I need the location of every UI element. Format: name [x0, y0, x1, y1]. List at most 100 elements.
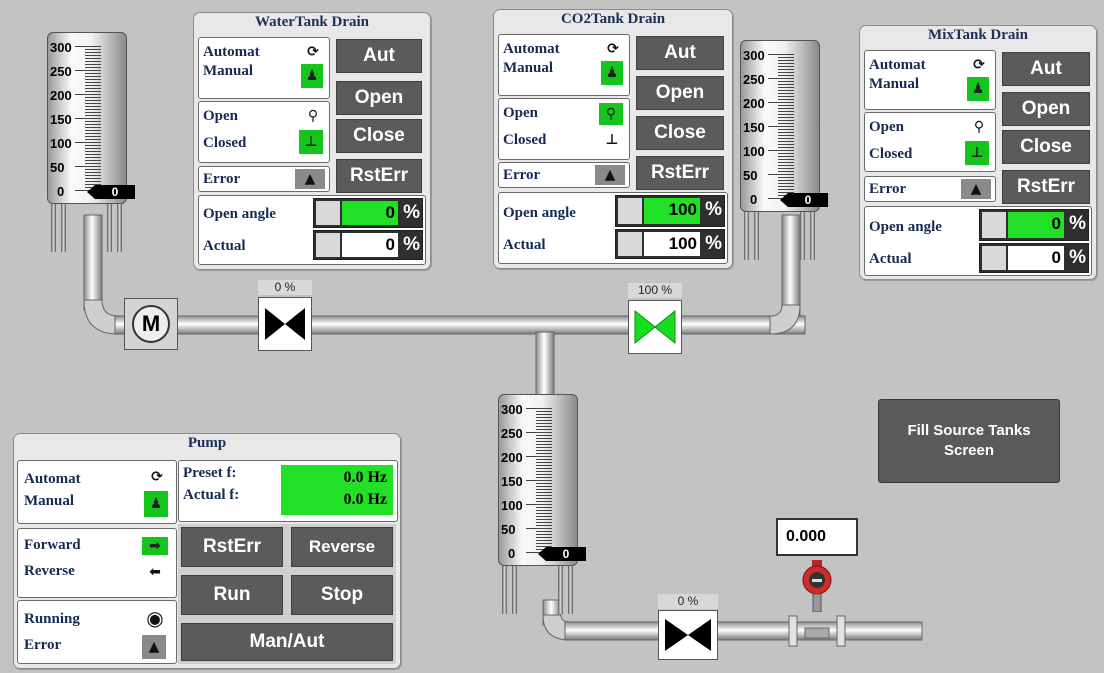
percent-unit: %: [1069, 213, 1086, 234]
scale-tick: [536, 438, 552, 439]
scale-tick: [85, 145, 101, 146]
scale-tick: [536, 429, 552, 430]
scale-tick: [536, 468, 552, 469]
frequency-box: Preset f: Actual f: 0.0 Hz 0.0 Hz: [178, 460, 398, 522]
scale-tick: [85, 76, 101, 77]
pump-man-aut-button[interactable]: Man/Aut: [181, 623, 393, 661]
rsterr-button[interactable]: RstErr: [336, 159, 422, 193]
scale-tick: [768, 54, 794, 55]
scale-tick: [536, 534, 552, 535]
closed-label: Closed: [503, 132, 547, 148]
scale-tick: [778, 90, 794, 91]
scale-tick: [778, 81, 794, 82]
scale-tick: [778, 120, 794, 121]
scale-tick: [85, 157, 101, 158]
scale-label: 0: [508, 546, 516, 561]
pump-reverse-button[interactable]: Reverse: [291, 527, 393, 567]
scale-tick: [536, 501, 552, 502]
auto-refresh-icon: ⟳: [607, 41, 619, 57]
scale-label: 300: [743, 48, 765, 63]
running-label: Running: [24, 611, 80, 627]
scale-tick: [778, 99, 794, 100]
scale-tick: [778, 123, 794, 124]
rsterr-button[interactable]: RstErr: [1002, 170, 1090, 204]
valve-open-icon: ⚲: [973, 119, 985, 135]
scale-tick: [778, 63, 794, 64]
scale-label: 50: [743, 168, 758, 183]
scale-tick: [778, 105, 794, 106]
open-angle-value[interactable]: 0 %: [979, 209, 1089, 241]
valve-closed-icon: ⊥: [299, 130, 323, 154]
status-box: Running Error ◉ ▲: [17, 600, 177, 664]
flow-meter-display: 0.000: [776, 518, 858, 556]
scale-tick: [85, 100, 101, 101]
fill-source-tanks-button[interactable]: Fill Source Tanks Screen: [878, 399, 1060, 483]
motor[interactable]: M: [124, 298, 178, 350]
scale-tick: [526, 504, 552, 505]
scale-tick: [536, 519, 552, 520]
scale-tick: [85, 124, 101, 125]
open-angle-label: Open angle: [869, 219, 942, 235]
co2-tank-drain-panel: CO2Tank Drain Automat Manual ⟳ ♟ Open Cl…: [493, 9, 733, 269]
direction-box: Forward Reverse ➡ ⬅: [17, 528, 177, 598]
actual-number: 0: [342, 233, 398, 257]
close-button[interactable]: Close: [1002, 130, 1090, 164]
pump-rsterr-button[interactable]: RstErr: [181, 527, 283, 567]
valve-closed-icon: ⊥: [605, 132, 619, 148]
scale-tick: [536, 423, 552, 424]
open-angle-label: Open angle: [503, 205, 576, 221]
open-button[interactable]: Open: [636, 76, 724, 110]
reverse-label: Reverse: [24, 563, 75, 579]
actual-frequency-label: Actual f:: [183, 487, 240, 503]
percent-unit: %: [705, 233, 722, 254]
scale-label: 100: [501, 498, 523, 513]
scale-tick: [526, 432, 552, 433]
automat-label: Automat: [203, 44, 260, 60]
open-button[interactable]: Open: [336, 81, 422, 115]
scale-tick: [536, 486, 552, 487]
aut-button[interactable]: Aut: [1002, 52, 1090, 86]
hmi-screen: 300 250 200 150 100 50 0 0 300 250 200 1…: [0, 0, 1104, 673]
aut-button[interactable]: Aut: [636, 36, 724, 70]
actual-value: 100 %: [615, 229, 725, 259]
frequency-value-display[interactable]: 0.0 Hz 0.0 Hz: [281, 465, 393, 515]
valve-icon: [265, 308, 305, 340]
water-valve[interactable]: [258, 297, 312, 351]
scale-tick: [536, 498, 552, 499]
open-button[interactable]: Open: [1002, 92, 1090, 126]
scale-tick: [85, 121, 101, 122]
scale-label: 150: [743, 120, 765, 135]
pump-stop-button[interactable]: Stop: [291, 575, 393, 615]
co2-valve[interactable]: [628, 300, 682, 354]
scale-tick: [536, 414, 552, 415]
aut-button[interactable]: Aut: [336, 39, 422, 73]
forward-label: Forward: [24, 537, 81, 553]
manual-person-icon: ♟: [144, 491, 168, 517]
outlet-valve[interactable]: [658, 610, 718, 660]
close-button[interactable]: Close: [336, 119, 422, 153]
pump-run-button[interactable]: Run: [181, 575, 283, 615]
scale-tick: [85, 106, 101, 107]
scale-tick: [536, 444, 552, 445]
open-angle-value[interactable]: 100 %: [615, 195, 725, 227]
scale-tick: [85, 163, 101, 164]
actuator-icon: [316, 233, 340, 257]
scale-tick: [85, 175, 101, 176]
scale-label: 50: [501, 522, 516, 537]
scale-tick: [536, 495, 552, 496]
scale-label: 200: [50, 88, 72, 103]
scale-tick: [85, 73, 101, 74]
percent-unit: %: [1069, 247, 1086, 268]
panel-title: MixTank Drain: [928, 27, 1028, 43]
actual-label: Actual: [869, 251, 912, 267]
scale-label: 100: [50, 136, 72, 151]
scale-tick: [536, 426, 552, 427]
scale-tick: [85, 136, 101, 137]
actual-number: 0: [1008, 246, 1064, 270]
close-button[interactable]: Close: [636, 116, 724, 150]
scale-tick: [778, 180, 794, 181]
manual-label: Manual: [503, 60, 554, 76]
open-angle-value[interactable]: 0 %: [313, 198, 423, 228]
scale-tick: [778, 132, 794, 133]
rsterr-button[interactable]: RstErr: [636, 156, 724, 190]
